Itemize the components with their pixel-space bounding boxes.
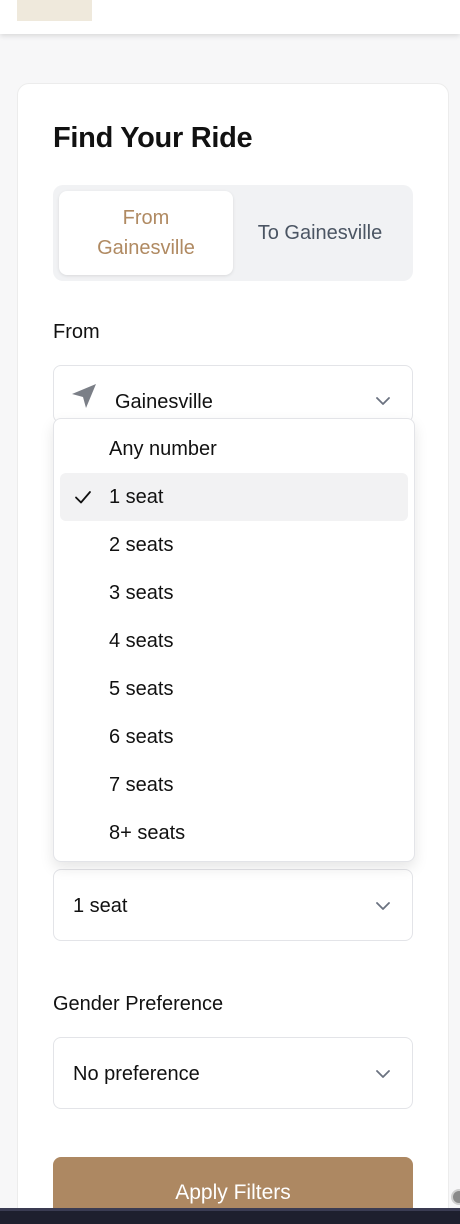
option-label: 3 seats xyxy=(109,582,174,604)
seats-option-6[interactable]: 6 seats xyxy=(60,713,408,761)
seats-option-2[interactable]: 2 seats xyxy=(60,521,408,569)
tab-from-gainesville-label: From Gainesville xyxy=(97,207,195,259)
option-label: 5 seats xyxy=(109,678,174,700)
option-label: 4 seats xyxy=(109,630,174,652)
check-icon xyxy=(75,491,91,504)
top-navbar xyxy=(0,0,460,34)
from-select[interactable]: Gainesville xyxy=(53,365,413,423)
from-select-value: Gainesville xyxy=(115,391,213,413)
option-label: 8+ seats xyxy=(109,822,186,844)
navigation-arrow-icon xyxy=(72,384,96,408)
seats-dropdown-menu: Any number 1 seat 2 seats 3 seats 4 seat… xyxy=(53,418,415,862)
seats-select-value: 1 seat xyxy=(73,895,128,917)
gender-preference-select[interactable]: No preference xyxy=(53,1037,413,1109)
option-label: 7 seats xyxy=(109,774,174,796)
seats-option-3[interactable]: 3 seats xyxy=(60,569,408,617)
option-label: 6 seats xyxy=(109,726,174,748)
seats-select[interactable]: 1 seat xyxy=(53,869,413,941)
chevron-down-icon xyxy=(376,1070,390,1078)
option-label: Any number xyxy=(109,438,217,460)
tab-to-gainesville-label: To Gainesville xyxy=(257,222,383,244)
seats-option-5[interactable]: 5 seats xyxy=(60,665,408,713)
gender-preference-label: Gender Preference xyxy=(53,993,224,1015)
from-label: From xyxy=(53,321,100,343)
tab-to-gainesville[interactable]: To Gainesville xyxy=(233,191,407,275)
bottom-system-bar xyxy=(0,1208,460,1224)
seats-option-any[interactable]: Any number xyxy=(60,425,408,473)
option-label: 2 seats xyxy=(109,534,174,556)
gender-preference-value: No preference xyxy=(73,1063,200,1085)
chevron-down-icon xyxy=(376,397,390,405)
direction-toggle: From Gainesville To Gainesville xyxy=(53,185,413,281)
floating-action-dot[interactable] xyxy=(451,1189,460,1205)
tab-from-gainesville[interactable]: From Gainesville xyxy=(59,191,233,275)
page-title: Find Your Ride xyxy=(53,122,253,154)
seats-option-4[interactable]: 4 seats xyxy=(60,617,408,665)
option-label: 1 seat xyxy=(109,486,164,508)
seats-option-1[interactable]: 1 seat xyxy=(60,473,408,521)
seats-option-7[interactable]: 7 seats xyxy=(60,761,408,809)
seats-option-8-plus[interactable]: 8+ seats xyxy=(60,809,408,857)
chevron-down-icon xyxy=(376,902,390,910)
logo[interactable] xyxy=(17,0,92,21)
